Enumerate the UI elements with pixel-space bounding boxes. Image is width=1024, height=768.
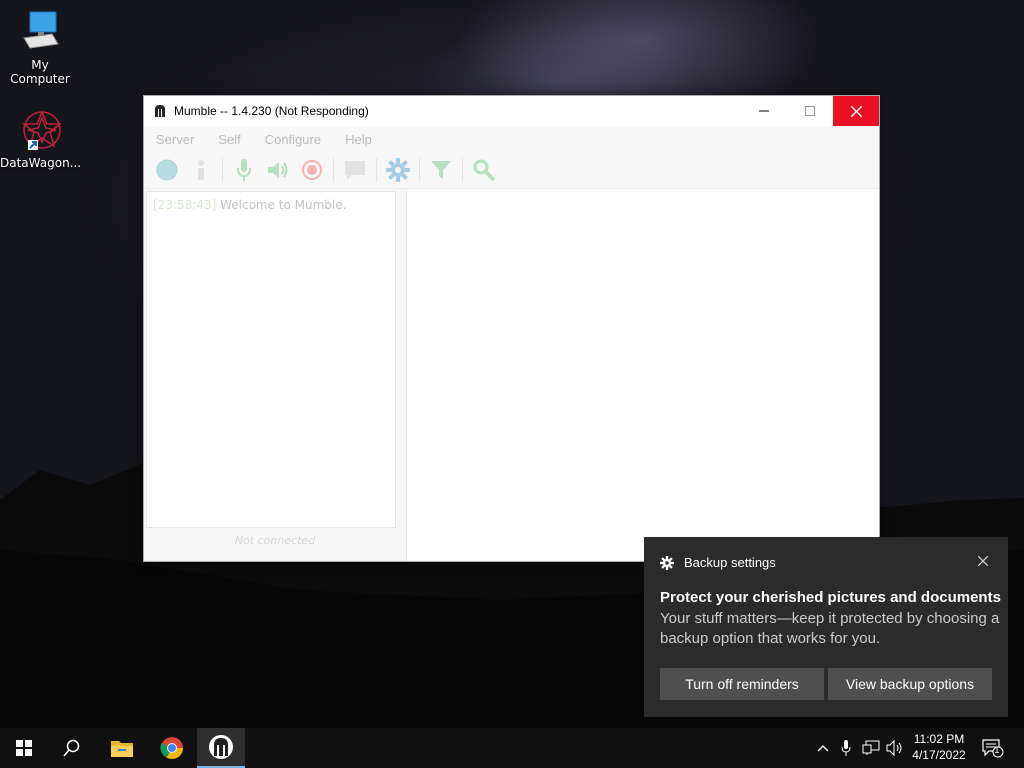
speaker-icon bbox=[886, 740, 902, 756]
notification-body: Your stuff matters—keep it protected by … bbox=[660, 610, 1000, 647]
toolbar-separator bbox=[333, 158, 334, 182]
mumble-taskbar-button[interactable] bbox=[197, 728, 245, 768]
notification-app-name: Backup settings bbox=[684, 555, 776, 570]
search-button[interactable] bbox=[471, 157, 497, 183]
settings-icon bbox=[386, 158, 410, 182]
chrome-icon bbox=[160, 737, 183, 759]
minimize-icon bbox=[759, 110, 769, 112]
chevron-up-icon bbox=[817, 745, 829, 752]
start-button[interactable] bbox=[0, 728, 48, 768]
notification-close-button[interactable] bbox=[977, 553, 989, 571]
notification-header: Backup settings bbox=[660, 555, 776, 570]
title-bar[interactable]: Mumble -- 1.4.230 (Not Responding) bbox=[144, 96, 879, 126]
minimize-button[interactable] bbox=[741, 96, 787, 126]
mumble-window[interactable]: Mumble -- 1.4.230 (Not Responding) Serve… bbox=[143, 95, 880, 562]
microphone-tray-button[interactable] bbox=[838, 728, 854, 768]
mumble-app-icon bbox=[155, 105, 165, 117]
network-tray-button[interactable] bbox=[860, 728, 882, 768]
clock-time: 11:02 PM bbox=[913, 732, 965, 746]
microphone-icon bbox=[237, 159, 251, 181]
datawagon-icon bbox=[16, 106, 64, 154]
search-icon bbox=[473, 159, 496, 182]
chat-log[interactable]: [23:58:43] Welcome to Mumble. bbox=[146, 191, 396, 528]
connection-status: Not connected bbox=[234, 534, 316, 547]
windows-logo-icon bbox=[16, 740, 32, 756]
view-backup-options-button[interactable]: View backup options bbox=[828, 668, 992, 700]
maximize-icon bbox=[805, 106, 815, 116]
clock-date: 4/17/2022 bbox=[912, 748, 966, 762]
folder-icon bbox=[111, 741, 133, 757]
deafen-button[interactable] bbox=[265, 157, 291, 183]
toolbar-separator bbox=[419, 158, 420, 182]
mute-button[interactable] bbox=[231, 157, 257, 183]
volume-tray-button[interactable] bbox=[884, 728, 906, 768]
toolbar bbox=[144, 152, 879, 189]
backup-notification[interactable]: Backup settings Protect your cherished p… bbox=[644, 537, 1008, 717]
log-timestamp: [23:58:43] bbox=[153, 198, 217, 212]
log-message: Welcome to Mumble. bbox=[220, 198, 347, 212]
settings-button[interactable] bbox=[385, 157, 411, 183]
toolbar-separator bbox=[222, 158, 223, 182]
microphone-icon bbox=[841, 740, 851, 756]
menu-help[interactable]: Help bbox=[333, 132, 384, 147]
record-icon bbox=[302, 160, 322, 180]
connect-button[interactable] bbox=[154, 157, 180, 183]
connect-icon bbox=[156, 159, 178, 181]
info-button[interactable] bbox=[188, 157, 214, 183]
filter-icon bbox=[431, 161, 451, 179]
show-hidden-icons-button[interactable] bbox=[814, 728, 832, 768]
chat-icon bbox=[345, 161, 365, 180]
menu-self[interactable]: Self bbox=[206, 132, 252, 147]
taskbar: 11:02 PM 4/17/2022 1 bbox=[0, 728, 1024, 768]
channel-tree[interactable] bbox=[406, 189, 879, 561]
notification-heading: Protect your cherished pictures and docu… bbox=[660, 589, 1001, 606]
filter-button[interactable] bbox=[428, 157, 454, 183]
close-icon bbox=[977, 555, 989, 567]
turn-off-reminders-button[interactable]: Turn off reminders bbox=[660, 668, 824, 700]
search-icon bbox=[63, 739, 80, 757]
menu-server[interactable]: Server bbox=[144, 132, 206, 147]
main-panes: [23:58:43] Welcome to Mumble. Not connec… bbox=[144, 189, 879, 561]
close-icon bbox=[850, 105, 862, 117]
notification-icon bbox=[982, 739, 1004, 758]
desktop-icon-label: My Computer bbox=[10, 58, 70, 86]
mumble-icon bbox=[209, 735, 233, 759]
notification-count-badge: 1 bbox=[994, 746, 1000, 756]
network-icon bbox=[862, 740, 880, 755]
menu-configure[interactable]: Configure bbox=[253, 132, 333, 147]
toolbar-separator bbox=[462, 158, 463, 182]
search-taskbar-button[interactable] bbox=[48, 728, 96, 768]
maximize-button[interactable] bbox=[787, 96, 833, 126]
gear-icon bbox=[660, 555, 674, 570]
action-center-button[interactable]: 1 bbox=[978, 728, 1008, 768]
info-icon bbox=[198, 160, 204, 180]
desktop-icon-label: DataWagon... bbox=[0, 156, 82, 170]
window-title: Mumble -- 1.4.230 (Not Responding) bbox=[174, 104, 369, 118]
computer-icon bbox=[16, 8, 64, 56]
close-button[interactable] bbox=[833, 96, 879, 126]
menu-bar: Server Self Configure Help bbox=[144, 126, 879, 152]
file-explorer-taskbar-button[interactable] bbox=[98, 728, 146, 768]
chat-button[interactable] bbox=[342, 157, 368, 183]
record-button[interactable] bbox=[299, 157, 325, 183]
desktop-icon-datawagon[interactable]: DataWagon... bbox=[0, 106, 82, 170]
desktop-icon-my-computer[interactable]: My Computer bbox=[0, 8, 80, 86]
chrome-taskbar-button[interactable] bbox=[148, 728, 196, 768]
speaker-icon bbox=[268, 162, 288, 178]
toolbar-separator bbox=[376, 158, 377, 182]
clock[interactable]: 11:02 PM 4/17/2022 bbox=[908, 731, 970, 763]
